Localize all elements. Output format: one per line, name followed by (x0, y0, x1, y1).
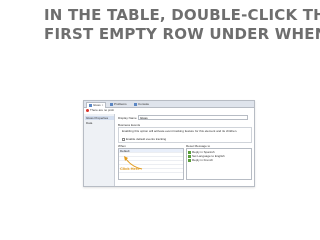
slide-title: In the table, double-click the first emp… (44, 6, 320, 44)
console-icon (134, 102, 137, 106)
action-icon (188, 158, 191, 162)
tab-console-label: Console (138, 102, 150, 106)
close-icon[interactable]: × (102, 103, 104, 107)
properties-sidebar: Gloss Properties Data (84, 114, 115, 186)
problems-icon (110, 102, 113, 106)
problems-status-text: There are no prob (90, 108, 115, 112)
business-events-description: Enabling this option will activate event… (122, 129, 238, 133)
sidebar-item-gloss-properties[interactable]: Gloss Properties (85, 116, 114, 120)
enable-tracking-label: Enable default events tracking (126, 137, 167, 141)
when-table: Default (118, 148, 184, 180)
click-here-hint: Click Here (120, 166, 140, 171)
business-events-box: Enabling this option will activate event… (118, 127, 252, 143)
reset-item-label: Reply in French (192, 158, 214, 162)
reset-item-french[interactable]: Reply in French (188, 158, 213, 162)
reset-message-table: Reply in Spanish Set Language to English… (186, 148, 252, 180)
display-name-label: Display Name (118, 116, 137, 120)
tab-problems-label: Problems (114, 102, 127, 106)
sidebar-item-data[interactable]: Data (85, 121, 114, 125)
display-name-field[interactable] (138, 115, 248, 120)
title-line-2: first empty row under When: (44, 25, 320, 43)
title-line-1: In the table, double-click the (44, 6, 320, 24)
properties-detail: Display Name Business Events Enabling th… (116, 114, 252, 184)
tab-gloss-label: Gloss (93, 103, 101, 107)
tab-problems[interactable]: Problems (108, 102, 129, 107)
enable-tracking-checkbox[interactable]: Enable default events tracking (122, 137, 166, 141)
tab-bar: Gloss× Problems Console (84, 101, 254, 108)
problems-status: There are no prob (84, 108, 116, 113)
checkbox-icon[interactable] (122, 137, 125, 141)
document-icon (89, 103, 92, 107)
embedded-screenshot: Gloss× Problems Console There are no pro… (83, 100, 255, 187)
error-icon (86, 108, 89, 112)
tab-console[interactable]: Console (132, 102, 151, 107)
